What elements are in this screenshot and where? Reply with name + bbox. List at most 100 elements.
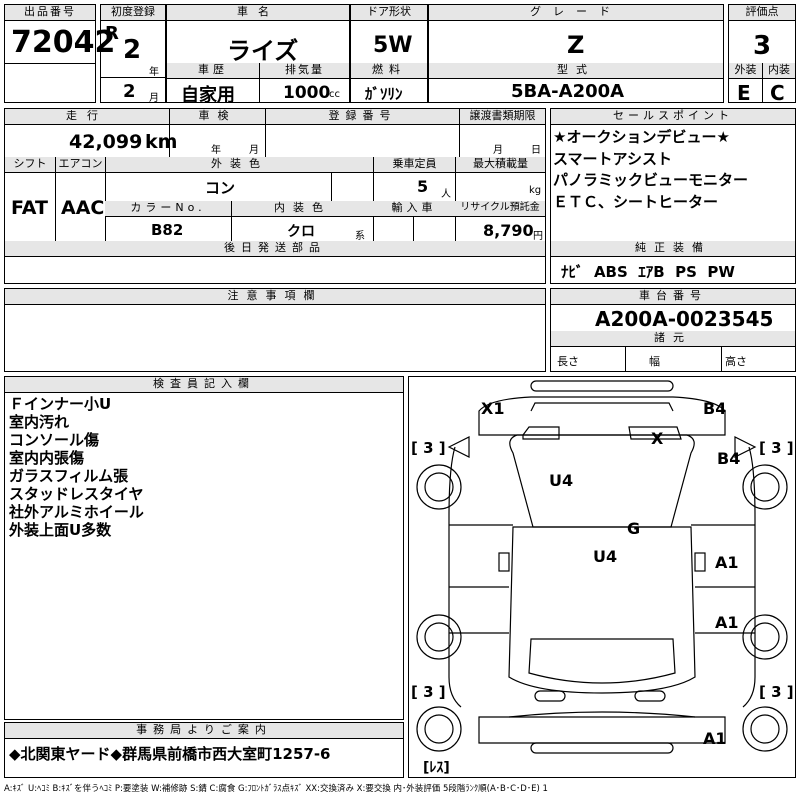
car-diagram xyxy=(416,380,788,754)
tire-rear-right: [ 3 ] xyxy=(759,683,794,701)
damage-x1: X1 xyxy=(481,399,505,418)
lot-label: 出品番号 xyxy=(5,5,95,21)
chassis-box: 車台番号 A200A-0023545 諸元 長さ 幅 高さ xyxy=(550,288,796,372)
office-box: 事務局よりご案内 ◆北関東ヤード◆群馬県前橋市西大室町1257-6 xyxy=(4,722,404,778)
door-box: ドア形状 5W 燃料 ｶﾞｿﾘﾝ xyxy=(350,4,428,103)
damage-b4-side: B4 xyxy=(717,449,741,468)
disp-label: 排気量 xyxy=(259,63,349,79)
first-reg-box: 初度登録 R 2 年 2 月 xyxy=(100,4,166,104)
inspector-note: Ｆインナー小U xyxy=(9,395,112,413)
grade-box: グレード Z 型式 5BA-A200A xyxy=(428,4,724,103)
door-label: ドア形状 xyxy=(351,5,427,21)
equipment: ﾅﾋﾞ ABS ｴｱB PS PW xyxy=(561,263,735,281)
damage-u4-hood: U4 xyxy=(549,471,574,490)
lot-box: 出品番号 72042 xyxy=(4,4,115,103)
tire-front-left: [ 3 ] xyxy=(411,439,446,457)
sales-point: スマートアシスト xyxy=(553,149,672,168)
notice-label: 注意事項欄 xyxy=(5,289,545,305)
int-color-label: 内装色 xyxy=(231,201,373,217)
chassis-number: A200A-0023545 xyxy=(595,307,774,331)
capacity-unit: 人 xyxy=(441,189,451,200)
ext-label: 外装 xyxy=(729,63,762,79)
tire-rear-left: [ 3 ] xyxy=(411,683,446,701)
grade: Z xyxy=(567,31,585,59)
length-label: 長さ xyxy=(557,355,579,368)
inspector-note: スタッドレスタイヤ xyxy=(9,485,144,503)
insp-year: 年 xyxy=(211,145,221,156)
inspector-note: 室内汚れ xyxy=(9,413,70,431)
score-label: 評価点 xyxy=(729,5,795,21)
air-con: AAC xyxy=(61,197,105,219)
info-box: 走行 車検 登録番号 譲渡書類期限 42,099 km 年 月 月 日 シフト … xyxy=(4,108,546,284)
mileage: 42,099 xyxy=(69,131,143,153)
sales-points-label: セールスポイント xyxy=(551,109,795,125)
inspector-note: 社外アルミホイール xyxy=(9,503,144,521)
width-label: 幅 xyxy=(649,355,660,368)
displacement: 1000 xyxy=(283,83,331,103)
inspector-note: 室内内張傷 xyxy=(9,449,85,467)
reg-year: 2 xyxy=(123,35,142,65)
inspector-label: 検査員記入欄 xyxy=(5,377,403,393)
grade-label: グレード xyxy=(429,5,723,21)
inspector-notes: Ｆインナー小U 室内汚れ コンソール傷 室内内張傷 ガラスフィルム張 スタッドレ… xyxy=(9,395,144,539)
overall-score: 3 xyxy=(753,31,772,61)
car-name-label: 車名 xyxy=(167,5,349,21)
load-unit: kg xyxy=(529,185,542,196)
int-label: 内装 xyxy=(762,63,795,79)
color-no: B82 xyxy=(151,221,184,239)
recycle-label: リサイクル預託金 xyxy=(455,201,545,217)
reg-month-unit: 月 xyxy=(149,93,159,104)
ext-score: E xyxy=(737,81,751,105)
history-label: 車歴 xyxy=(167,63,259,79)
inspector-note: ガラスフィルム張 xyxy=(9,467,129,485)
damage-u4-roof: U4 xyxy=(593,547,618,566)
spec-label: 諸元 xyxy=(551,331,795,347)
capacity-label: 乗車定員 xyxy=(373,157,455,173)
score-box: 評価点 3 外装 内装 E C xyxy=(728,4,796,105)
chassis-label: 車台番号 xyxy=(551,289,795,305)
damage-b4-front: B4 xyxy=(703,399,727,418)
model-label: 型式 xyxy=(429,63,723,79)
shift: FAT xyxy=(11,197,48,219)
capacity: 5 xyxy=(417,177,429,196)
sales-point: ★オークションデビュー★ xyxy=(553,128,730,146)
load-label: 最大積載量 xyxy=(455,157,545,173)
int-score: C xyxy=(770,81,785,105)
tire-front-right: [ 3 ] xyxy=(759,439,794,457)
reg-no-label: 登録番号 xyxy=(265,109,459,125)
damage-a1-rear: A1 xyxy=(703,729,727,748)
damage-x-windshield: X xyxy=(651,429,664,448)
doc-day: 日 xyxy=(531,145,541,156)
inspector-note: コンソール傷 xyxy=(9,431,100,449)
reg-year-unit: 年 xyxy=(149,67,159,78)
damage-a1-rear-door: A1 xyxy=(715,613,739,632)
damage-a1-door: A1 xyxy=(715,553,739,572)
recycle-unit: 円 xyxy=(533,231,543,242)
ac-label: エアコン xyxy=(55,157,105,173)
inspection-label: 車検 xyxy=(169,109,265,125)
door-type: 5W xyxy=(373,33,413,58)
car-diagram-box: X1 B4 X B4 U4 G U4 A1 A1 A1 [ 3 ] [ 3 ] … xyxy=(408,376,796,778)
doc-month: 月 xyxy=(493,145,503,156)
mileage-label: 走行 xyxy=(5,109,169,125)
disp-unit: cc xyxy=(329,89,340,100)
reg-month: 2 xyxy=(123,81,136,102)
first-reg-label: 初度登録 xyxy=(101,5,165,21)
recycle-fee: 8,790 xyxy=(483,221,534,240)
era: R xyxy=(105,23,119,44)
sales-point: ＥＴＣ、シートヒーター xyxy=(553,192,719,211)
interior-color: クロ xyxy=(287,224,315,240)
int-color-unit: 系 xyxy=(355,231,365,242)
spare-tire: [ﾚｽ] xyxy=(423,760,450,776)
mileage-unit: km xyxy=(145,131,178,153)
office-address: ◆北関東ヤード◆群馬県前橋市西大室町1257-6 xyxy=(9,745,331,763)
car-history: 自家用 xyxy=(181,85,235,106)
notice-box: 注意事項欄 xyxy=(4,288,546,372)
sales-points-list: ★オークションデビュー★ スマートアシスト パノラミックビューモニター ＥＴＣ、… xyxy=(553,127,748,213)
sales-point: パノラミックビューモニター xyxy=(553,171,749,189)
fuel: ｶﾞｿﾘﾝ xyxy=(365,85,403,103)
later-parts-label: 後日発送部品 xyxy=(5,241,545,257)
car-name: ライズ xyxy=(227,37,299,65)
inspector-box: 検査員記入欄 Ｆインナー小U 室内汚れ コンソール傷 室内内張傷 ガラスフィルム… xyxy=(4,376,404,720)
shift-label: シフト xyxy=(5,157,55,173)
